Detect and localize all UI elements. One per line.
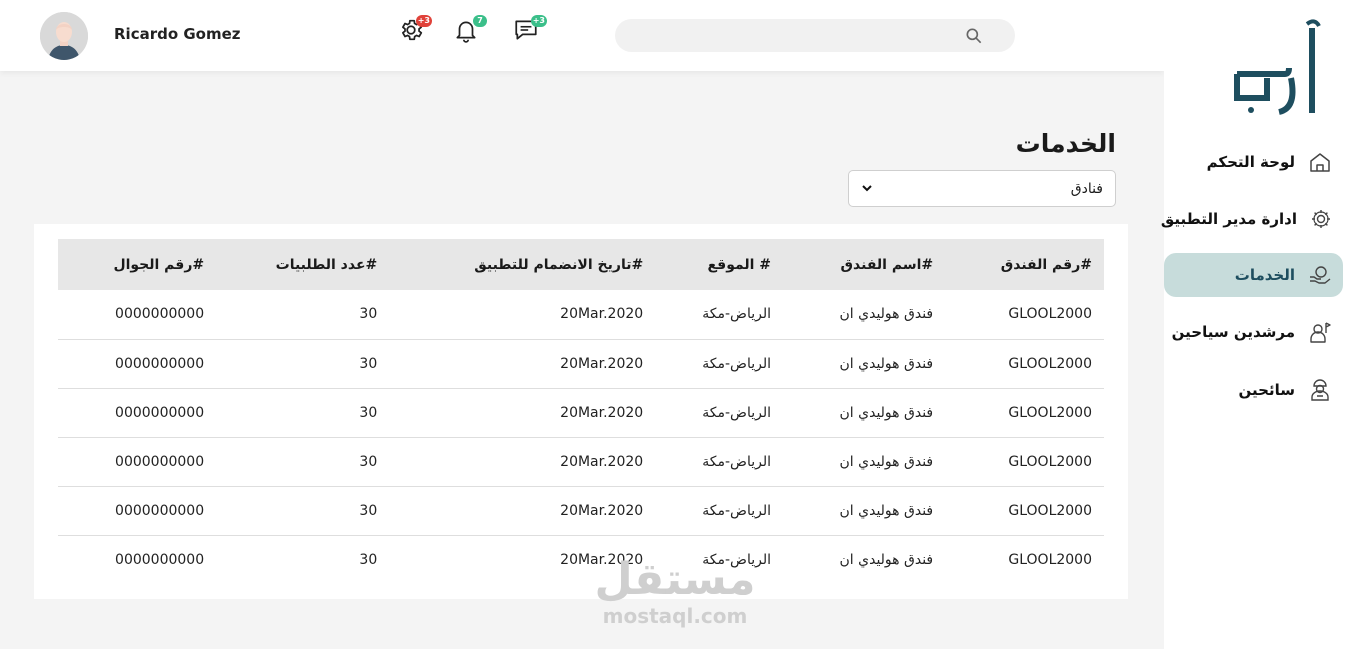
cell-join-date: 20Mar.2020 xyxy=(560,453,644,470)
page-title: الخدمات xyxy=(1015,129,1116,158)
admin-gear-icon xyxy=(1309,206,1333,232)
sidebar-item-label: سائحين xyxy=(1238,381,1295,399)
cell-phone: 0000000000 xyxy=(115,355,205,372)
sidebar-item-app-admin[interactable]: ادارة مدير التطبيق xyxy=(1160,197,1343,241)
sidebar: لوحة التحكم ادارة مدير التطبيق الخدمات م… xyxy=(1160,0,1353,649)
cell-location: الرياض-مكة xyxy=(702,306,772,323)
cell-hotel-id: GLOOL2000 xyxy=(1008,502,1092,519)
search-icon[interactable] xyxy=(964,26,984,46)
column-header-hotel-id[interactable]: #رقم الفندق xyxy=(945,239,1104,290)
notifications-button[interactable]: 7 xyxy=(453,15,487,45)
table-row[interactable]: GLOOL2000 فندق هوليدي ان الرياض-مكة 20Ma… xyxy=(58,339,1104,388)
services-hand-icon xyxy=(1307,262,1333,288)
cell-phone: 0000000000 xyxy=(115,404,205,421)
table-row[interactable]: GLOOL2000 فندق هوليدي ان الرياض-مكة 20Ma… xyxy=(58,290,1104,339)
chevron-down-icon xyxy=(861,179,873,198)
cell-hotel-id: GLOOL2000 xyxy=(1008,551,1092,568)
sidebar-item-tourists[interactable]: سائحين xyxy=(1164,368,1343,412)
search-input[interactable] xyxy=(615,19,1015,52)
notifications-badge: 7 xyxy=(473,15,487,27)
column-header-hotel-name[interactable]: #اسم الفندق xyxy=(783,239,945,290)
sidebar-item-label: لوحة التحكم xyxy=(1206,153,1295,171)
category-select[interactable]: فنادق xyxy=(848,170,1116,207)
cell-location: الرياض-مكة xyxy=(702,502,772,519)
cell-location: الرياض-مكة xyxy=(702,404,772,421)
messages-badge: +3 xyxy=(530,15,547,27)
column-header-orders[interactable]: #عدد الطلبيات xyxy=(216,239,389,290)
cell-phone: 0000000000 xyxy=(115,551,205,568)
home-icon xyxy=(1307,149,1333,175)
brand-logo[interactable] xyxy=(1229,18,1329,118)
sidebar-item-label: الخدمات xyxy=(1234,266,1295,284)
sidebar-item-dashboard[interactable]: لوحة التحكم xyxy=(1164,140,1343,184)
tour-guide-icon xyxy=(1307,319,1333,345)
cell-hotel-name: فندق هوليدي ان xyxy=(839,355,934,372)
cell-hotel-name: فندق هوليدي ان xyxy=(839,306,934,323)
sidebar-item-label: مرشدين سياحين xyxy=(1171,323,1295,341)
tourist-icon xyxy=(1307,377,1333,403)
user-name[interactable]: Ricardo Gomez xyxy=(114,25,241,43)
column-header-join-date[interactable]: #تاريخ الانضمام للتطبيق xyxy=(389,239,655,290)
avatar[interactable] xyxy=(40,12,88,60)
cell-hotel-name: فندق هوليدي ان xyxy=(839,453,934,470)
cell-join-date: 20Mar.2020 xyxy=(560,306,644,323)
cell-hotel-name: فندق هوليدي ان xyxy=(839,502,934,519)
table-row[interactable]: GLOOL2000 فندق هوليدي ان الرياض-مكة 20Ma… xyxy=(58,486,1104,535)
sidebar-item-services[interactable]: الخدمات xyxy=(1164,253,1343,297)
sidebar-item-tour-guides[interactable]: مرشدين سياحين xyxy=(1164,310,1343,354)
cell-orders: 30 xyxy=(359,551,378,568)
cell-join-date: 20Mar.2020 xyxy=(560,355,644,372)
cell-hotel-id: GLOOL2000 xyxy=(1008,306,1092,323)
settings-button[interactable]: +3 xyxy=(398,15,432,45)
cell-orders: 30 xyxy=(359,355,378,372)
watermark-latin: mostaql.com xyxy=(602,604,748,628)
table-header-row: #رقم الفندق #اسم الفندق # الموقع #تاريخ … xyxy=(58,239,1104,290)
top-bar: Ricardo Gomez +3 7 +3 xyxy=(0,0,1164,71)
cell-orders: 30 xyxy=(359,453,378,470)
cell-location: الرياض-مكة xyxy=(702,355,772,372)
column-header-phone[interactable]: #رقم الجوال xyxy=(58,239,216,290)
cell-location: الرياض-مكة xyxy=(702,453,772,470)
table-row[interactable]: GLOOL2000 فندق هوليدي ان الرياض-مكة 20Ma… xyxy=(58,437,1104,486)
cell-phone: 0000000000 xyxy=(115,453,205,470)
messages-button[interactable]: +3 xyxy=(513,15,547,45)
cell-hotel-name: فندق هوليدي ان xyxy=(839,404,934,421)
column-header-location[interactable]: # الموقع xyxy=(655,239,783,290)
cell-orders: 30 xyxy=(359,306,378,323)
cell-hotel-id: GLOOL2000 xyxy=(1008,404,1092,421)
sidebar-item-label: ادارة مدير التطبيق xyxy=(1160,210,1297,228)
cell-orders: 30 xyxy=(359,404,378,421)
cell-orders: 30 xyxy=(359,502,378,519)
cell-join-date: 20Mar.2020 xyxy=(560,404,644,421)
table-row[interactable]: GLOOL2000 فندق هوليدي ان الرياض-مكة 20Ma… xyxy=(58,388,1104,437)
cell-hotel-name: فندق هوليدي ان xyxy=(839,551,934,568)
cell-location: الرياض-مكة xyxy=(702,551,772,568)
cell-phone: 0000000000 xyxy=(115,306,205,323)
hotels-table-card: #رقم الفندق #اسم الفندق # الموقع #تاريخ … xyxy=(34,224,1128,599)
cell-phone: 0000000000 xyxy=(115,502,205,519)
settings-badge: +3 xyxy=(415,15,432,27)
cell-hotel-id: GLOOL2000 xyxy=(1008,453,1092,470)
cell-hotel-id: GLOOL2000 xyxy=(1008,355,1092,372)
cell-join-date: 20Mar.2020 xyxy=(560,502,644,519)
table-row[interactable]: GLOOL2000 فندق هوليدي ان الرياض-مكة 20Ma… xyxy=(58,535,1104,584)
cell-join-date: 20Mar.2020 xyxy=(560,551,644,568)
select-value: فنادق xyxy=(1070,180,1103,197)
hotels-table: #رقم الفندق #اسم الفندق # الموقع #تاريخ … xyxy=(58,239,1104,584)
